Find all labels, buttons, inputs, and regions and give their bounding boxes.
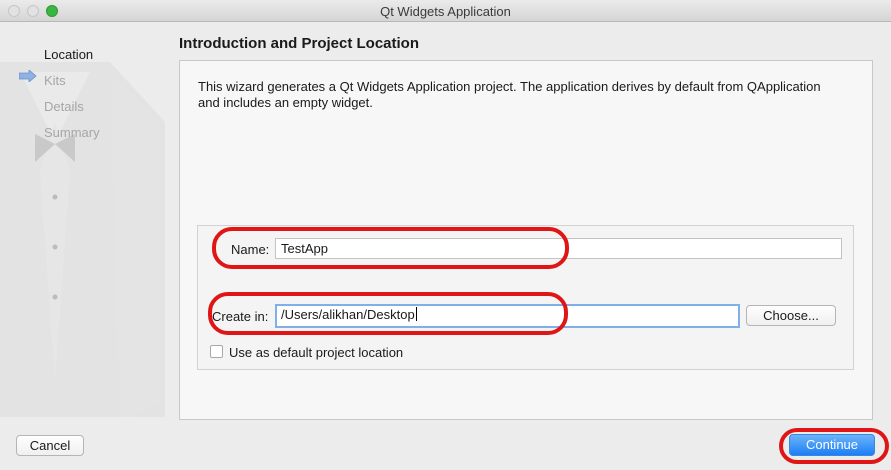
default-location-label: Use as default project location: [229, 345, 404, 360]
wizard-sidebar: Location Kits Details Summary: [0, 22, 168, 417]
step-summary: Summary: [44, 125, 100, 140]
step-location: Location: [44, 47, 94, 62]
tuxedo-illustration: [0, 62, 165, 417]
page-title: Introduction and Project Location: [179, 35, 419, 52]
default-location-checkbox[interactable]: [210, 345, 223, 358]
title-bar: Qt Widgets Application: [0, 0, 891, 22]
wizard-description: This wizard generates a Qt Widgets Appli…: [198, 79, 821, 110]
step-kits: Kits: [44, 73, 66, 88]
window-title: Qt Widgets Application: [380, 4, 511, 19]
current-step-arrow-icon: [19, 70, 37, 82]
annotation-circle-name: [212, 227, 569, 269]
annotation-circle-continue: [779, 428, 889, 464]
annotation-circle-create-in: [208, 292, 568, 335]
cancel-button[interactable]: Cancel: [16, 435, 84, 456]
step-details: Details: [44, 99, 84, 114]
choose-button[interactable]: Choose...: [746, 305, 836, 326]
